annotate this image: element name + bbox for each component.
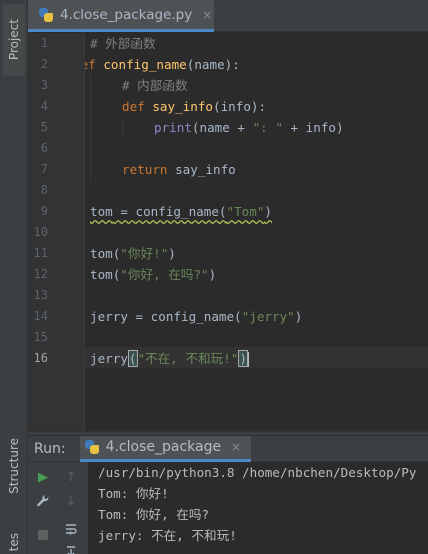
line-number-gutter: 1 2 3 4 5 6 7 8 9 10 11 12 13 14 15 16 [28, 33, 84, 431]
console-line: Tom: 你好! [98, 486, 169, 501]
code-text: (name): [186, 57, 240, 72]
code-text: ) [208, 267, 217, 282]
string: ": " [252, 120, 283, 135]
stop-icon[interactable] [32, 524, 54, 546]
console-line: /usr/bin/python3.8 /home/nbchen/Desktop/… [98, 465, 417, 480]
code-text: ) [264, 204, 272, 219]
line-number: 12 [33, 267, 48, 281]
line-number: 15 [33, 330, 48, 344]
keyword: def [85, 57, 96, 72]
console-line: jerry: 不在, 不和玩! [98, 528, 237, 543]
line-number: 14 [33, 309, 48, 323]
line-number-current: 16 [33, 351, 48, 365]
code-text: tom( [90, 267, 121, 282]
code-text: ) [294, 309, 303, 324]
code-text: tom = config_name("Tom") [90, 204, 272, 219]
editor-tab-bar: 4.close_package.py × [28, 0, 428, 32]
scroll-up-icon[interactable]: ↑ [60, 466, 82, 488]
line-number: 10 [33, 225, 48, 239]
function-name: say_info [152, 99, 214, 114]
python-run-icon [84, 439, 100, 455]
run-panel-title: Run: [34, 440, 66, 457]
line-number: 4 [40, 99, 48, 113]
structure-tool-label: Structure [7, 438, 21, 494]
run-console[interactable]: /usr/bin/python3.8 /home/nbchen/Desktop/… [88, 462, 428, 554]
structure-tool-tab[interactable]: Structure [3, 432, 25, 500]
line-number: 13 [33, 288, 48, 302]
function-name: config_name [103, 57, 187, 72]
code-text: + info) [282, 120, 344, 135]
run-panel-header: Run: 4.close_package × [28, 435, 428, 462]
code-line-4: def say_info(info): [122, 96, 266, 117]
favorites-tool-tab[interactable]: tes [3, 530, 25, 554]
code-line-1: # 外部函数 [90, 33, 156, 54]
line-number: 3 [40, 78, 48, 92]
left-tool-strip: Project Structure tes [0, 0, 28, 554]
string: "jerry" [241, 309, 295, 324]
line-number: 1 [40, 36, 48, 50]
run-toolbar: ▶ ↑ ↓ [28, 462, 88, 554]
scroll-to-end-icon[interactable] [60, 542, 82, 554]
code-line-12: tom("你好, 在吗?") [90, 264, 216, 285]
indent-guide [122, 117, 123, 138]
line-number: 11 [33, 246, 48, 260]
code-text: say_info [167, 162, 236, 177]
code-line-5: print(name + ": " + info) [154, 117, 344, 138]
keyword: def [122, 99, 145, 114]
string: "你好, 在吗?" [120, 267, 209, 282]
line-number: 9 [40, 204, 48, 218]
code-line-14: jerry = config_name("jerry") [90, 306, 302, 327]
code-line-3: # 内部函数 [122, 75, 188, 96]
rerun-icon[interactable]: ▶ [32, 466, 54, 488]
close-tab-icon[interactable]: × [202, 8, 212, 22]
matched-brace: ( [127, 350, 138, 367]
string: "Tom" [226, 204, 265, 219]
code-editor[interactable]: # 外部函数 def config_name(name): # 内部函数 def… [85, 33, 428, 431]
string: "你好!" [120, 246, 169, 261]
close-run-tab-icon[interactable]: × [231, 440, 241, 454]
console-line: Tom: 你好, 在吗? [98, 507, 210, 522]
comment: # 内部函数 [122, 78, 188, 93]
comment: # 外部函数 [90, 36, 156, 51]
soft-wrap-icon[interactable] [60, 518, 82, 540]
code-text: ) [168, 246, 176, 261]
project-tool-tab[interactable]: Project [3, 4, 25, 76]
code-line-16: jerry("不在, 不和玩!") [90, 348, 249, 369]
run-config-tab-label: 4.close_package [105, 439, 222, 455]
code-line-2: def config_name(name): [85, 54, 240, 75]
builtin: print [154, 120, 192, 135]
project-tool-label: Project [7, 19, 21, 61]
code-text: = config_name( [112, 204, 227, 219]
wrench-icon[interactable] [32, 490, 54, 512]
line-number: 5 [40, 120, 48, 134]
indent-guide [90, 75, 91, 180]
line-number: 7 [40, 162, 48, 176]
line-number: 6 [40, 141, 48, 155]
scroll-down-icon[interactable]: ↓ [60, 490, 82, 512]
keyword: return [122, 162, 168, 177]
line-number: 2 [40, 57, 48, 71]
panel-splitter[interactable] [28, 431, 428, 435]
string: "不在, 不和玩!" [137, 351, 239, 366]
editor-file-tab[interactable]: 4.close_package.py × [28, 0, 214, 32]
code-line-9: tom = config_name("Tom") [90, 201, 272, 222]
matched-brace: ) [238, 350, 248, 367]
code-line-7: return say_info [122, 159, 236, 180]
text-caret [248, 352, 249, 367]
favorites-tool-label: tes [7, 532, 21, 552]
code-text: tom( [90, 246, 121, 261]
code-text: jerry = config_name( [90, 309, 242, 324]
code-text: (info): [213, 99, 267, 114]
python-file-icon [38, 7, 54, 23]
code-text: jerry [90, 351, 128, 366]
code-text: (name + [191, 120, 253, 135]
run-config-tab[interactable]: 4.close_package × [79, 435, 252, 462]
editor-file-tab-label: 4.close_package.py [60, 6, 193, 23]
line-number: 8 [40, 183, 48, 197]
variable: tom [90, 204, 113, 219]
code-line-11: tom("你好!") [90, 243, 176, 264]
